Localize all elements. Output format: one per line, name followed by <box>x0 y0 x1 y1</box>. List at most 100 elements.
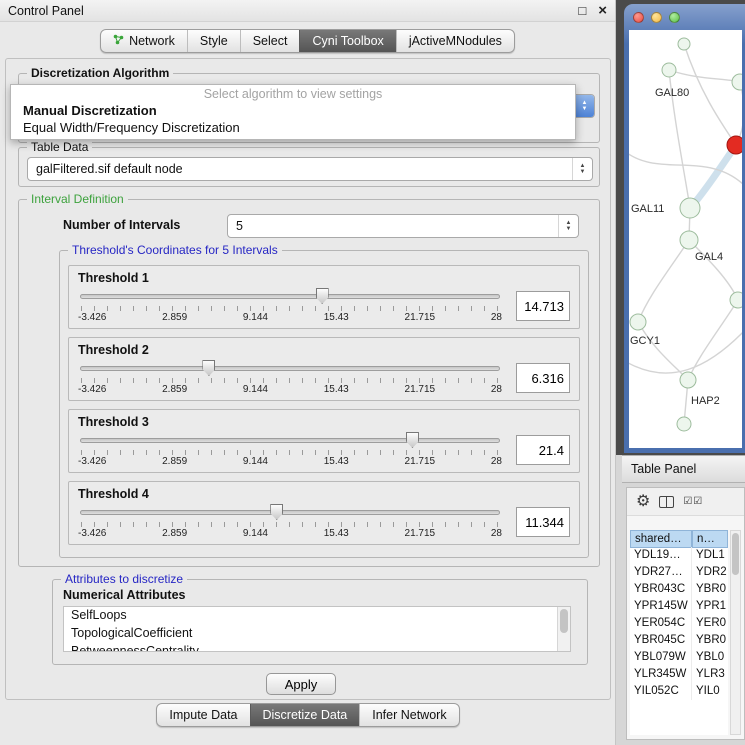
tab-label: jActiveMNodules <box>409 34 502 48</box>
scale-label: 2.859 <box>162 456 187 467</box>
combobox-arrows-icon[interactable]: ▲▼ <box>572 158 592 180</box>
slider-thumb[interactable] <box>270 504 283 520</box>
table-cell: YBR0 <box>692 632 728 649</box>
dropdown-option-manual-discretization[interactable]: Manual Discretization <box>11 102 575 119</box>
table-row[interactable]: YIL052CYIL0 <box>630 683 728 700</box>
table-row[interactable]: YDR27…YDR2 <box>630 564 728 581</box>
threshold-slider[interactable]: -3.4262.8599.14415.4321.71528 <box>78 431 502 469</box>
threshold-slider[interactable]: -3.4262.8599.14415.4321.71528 <box>78 503 502 541</box>
minimize-traffic-light[interactable] <box>651 12 662 23</box>
threshold-value-input[interactable] <box>516 507 570 537</box>
threshold-label: Threshold 3 <box>78 415 570 429</box>
threshold-value-input[interactable] <box>516 435 570 465</box>
list-item[interactable]: BetweennessCentrality <box>64 643 570 652</box>
threshold-value-input[interactable] <box>516 363 570 393</box>
network-node[interactable] <box>732 74 742 90</box>
network-node[interactable] <box>730 292 742 308</box>
table-toolbar: ⚙ ☑☑ <box>627 488 744 516</box>
table-row[interactable]: YBR043CYBR0 <box>630 581 728 598</box>
slider-track[interactable] <box>80 294 500 299</box>
scrollbar-thumb[interactable] <box>560 609 568 633</box>
network-node[interactable] <box>677 417 691 431</box>
tab-impute-data[interactable]: Impute Data <box>157 704 249 726</box>
scale-label: 28 <box>491 456 502 467</box>
network-node[interactable] <box>678 38 690 50</box>
table-data-group-title: Table Data <box>27 140 92 154</box>
list-item[interactable]: SelfLoops <box>64 607 570 625</box>
table-cell: YDR2 <box>692 564 728 581</box>
cyni-toolbox-panel: Discretization Algorithm ▲▼ Table Data g… <box>5 58 611 700</box>
column-header-shared-name[interactable]: shared… <box>630 530 692 548</box>
scale-label: 15.43 <box>324 528 349 539</box>
table-scrollbar[interactable] <box>730 530 741 735</box>
tab-network[interactable]: Network <box>101 30 187 52</box>
table-cell: YBR045C <box>630 632 692 649</box>
table-row[interactable]: YDL19…YDL1 <box>630 547 728 564</box>
slider-thumb[interactable] <box>202 360 215 376</box>
network-node-label: GAL80 <box>655 87 689 99</box>
table-cell: YPR1 <box>692 598 728 615</box>
slider-thumb[interactable] <box>316 288 329 304</box>
network-node-label: HAP2 <box>691 395 720 407</box>
combobox-arrows-icon[interactable]: ▲▼ <box>574 95 594 117</box>
close-icon[interactable]: × <box>598 3 607 18</box>
slider-thumb[interactable] <box>406 432 419 448</box>
zoom-traffic-light[interactable] <box>669 12 680 23</box>
threshold-panel: Threshold 3 -3.4262.8599.14415.4321.7152… <box>68 409 580 473</box>
network-node[interactable] <box>662 63 676 77</box>
network-node[interactable] <box>680 372 696 388</box>
slider-scale: -3.4262.8599.14415.4321.71528 <box>78 384 502 395</box>
gear-icon[interactable]: ⚙ <box>636 494 650 510</box>
slider-track[interactable] <box>80 438 500 443</box>
table-data-combobox-value: galFiltered.sif default node <box>36 162 572 176</box>
scale-label: 15.43 <box>324 384 349 395</box>
control-panel-titlebar: Control Panel □ × <box>0 0 615 22</box>
table-cell: YLR345W <box>630 666 692 683</box>
slider-scale: -3.4262.8599.14415.4321.71528 <box>78 528 502 539</box>
scale-label: 9.144 <box>243 456 268 467</box>
table-data-combobox[interactable]: galFiltered.sif default node ▲▼ <box>27 157 593 181</box>
bottom-tabs: Impute Data Discretize Data Infer Networ… <box>156 703 459 727</box>
tab-discretize-data[interactable]: Discretize Data <box>250 704 360 726</box>
number-of-intervals-combobox[interactable]: 5 ▲▼ <box>227 214 579 238</box>
tab-select[interactable]: Select <box>240 30 300 52</box>
table-panel-title: Table Panel <box>631 462 696 476</box>
tab-jactivemnodules[interactable]: jActiveMNodules <box>396 30 514 52</box>
threshold-slider[interactable]: -3.4262.8599.14415.4321.71528 <box>78 359 502 397</box>
tab-label: Cyni Toolbox <box>312 34 383 48</box>
tab-cyni-toolbox[interactable]: Cyni Toolbox <box>299 30 395 52</box>
table-row[interactable]: YLR345WYLR3 <box>630 666 728 683</box>
threshold-value-input[interactable] <box>516 291 570 321</box>
tab-infer-network[interactable]: Infer Network <box>359 704 458 726</box>
list-item[interactable]: TopologicalCoefficient <box>64 625 570 643</box>
table-row[interactable]: YPR145WYPR1 <box>630 598 728 615</box>
scale-label: 9.144 <box>243 384 268 395</box>
threshold-slider[interactable]: -3.4262.8599.14415.4321.71528 <box>78 287 502 325</box>
column-header-name[interactable]: n… <box>692 530 728 548</box>
float-window-icon[interactable]: □ <box>578 4 586 17</box>
numerical-attributes-list[interactable]: SelfLoops TopologicalCoefficient Between… <box>63 606 571 652</box>
network-node[interactable] <box>680 231 698 249</box>
list-scrollbar[interactable] <box>557 607 570 651</box>
network-node[interactable] <box>630 314 646 330</box>
algorithm-dropdown-popup: Select algorithm to view settings Manual… <box>10 84 576 140</box>
apply-button[interactable]: Apply <box>266 673 336 695</box>
table-row[interactable]: YBL079WYBL0 <box>630 649 728 666</box>
combobox-arrows-icon[interactable]: ▲▼ <box>558 215 578 237</box>
select-columns-icon[interactable]: ☑☑ <box>683 496 703 507</box>
network-node[interactable] <box>680 198 700 218</box>
close-traffic-light[interactable] <box>633 12 644 23</box>
network-node[interactable] <box>727 136 742 154</box>
algorithm-hint-text: Select algorithm to view settings <box>11 86 575 102</box>
dropdown-option-equal-width-frequency[interactable]: Equal Width/Frequency Discretization <box>11 119 575 136</box>
slider-track[interactable] <box>80 366 500 371</box>
threshold-panel: Threshold 2 -3.4262.8599.14415.4321.7152… <box>68 337 580 401</box>
table-row[interactable]: YER054CYER0 <box>630 615 728 632</box>
network-canvas[interactable]: GAL80GAL11GAL4GCY1HAP2 <box>629 30 742 448</box>
tab-style[interactable]: Style <box>187 30 240 52</box>
network-view-window: GAL80GAL11GAL4GCY1HAP2 <box>624 4 745 453</box>
columns-icon[interactable] <box>659 496 674 508</box>
slider-track[interactable] <box>80 510 500 515</box>
table-row[interactable]: YBR045CYBR0 <box>630 632 728 649</box>
scrollbar-thumb[interactable] <box>732 533 739 575</box>
